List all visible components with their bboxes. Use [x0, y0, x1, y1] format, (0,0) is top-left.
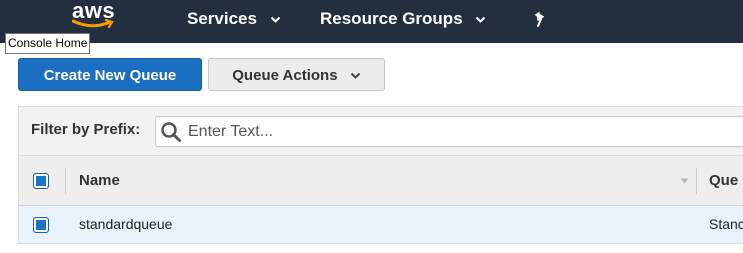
console-home-tooltip: Console Home: [5, 33, 91, 54]
queue-name-cell: standardqueue: [79, 216, 173, 232]
table-header: Name Que: [18, 156, 743, 206]
queue-actions-button[interactable]: Queue Actions: [208, 58, 385, 91]
resource-groups-label: Resource Groups: [320, 9, 463, 28]
chevron-down-icon: [350, 72, 360, 79]
select-all-checkbox[interactable]: [33, 173, 49, 189]
aws-logo[interactable]: aws: [72, 0, 122, 32]
queue-actions-label: Queue Actions: [232, 67, 338, 84]
column-divider: [696, 168, 697, 194]
chevron-down-icon: [476, 16, 486, 23]
services-label: Services: [187, 9, 257, 28]
row-checkbox[interactable]: [33, 217, 49, 233]
logo-smile-icon: [72, 19, 114, 29]
chevron-down-icon: [270, 16, 280, 23]
column-header-queue-type[interactable]: Que: [709, 172, 738, 189]
filter-label: Filter by Prefix:: [31, 121, 141, 138]
column-header-name[interactable]: Name: [79, 172, 120, 189]
filter-prefix-input[interactable]: [188, 120, 738, 143]
services-menu[interactable]: Services: [187, 8, 281, 30]
table-row[interactable]: standardqueue Stanc: [18, 206, 743, 244]
filter-input-container[interactable]: [155, 116, 743, 147]
top-navigation-bar: aws Services Resource Groups: [0, 0, 743, 43]
resource-groups-menu[interactable]: Resource Groups: [320, 8, 486, 30]
sort-icon[interactable]: [680, 178, 689, 184]
create-new-queue-button[interactable]: Create New Queue: [18, 58, 202, 91]
filter-panel: Filter by Prefix:: [18, 106, 743, 156]
search-icon: [161, 122, 181, 142]
column-divider: [65, 168, 66, 194]
pin-icon[interactable]: [533, 11, 549, 29]
queue-type-cell: Stanc: [709, 216, 743, 232]
